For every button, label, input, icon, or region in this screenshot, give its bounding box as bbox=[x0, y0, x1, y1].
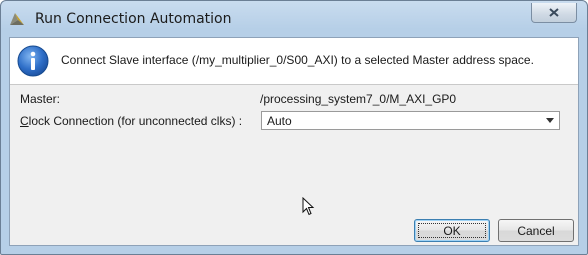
close-icon bbox=[549, 8, 559, 17]
dialog-window: Run Connection Automation Connect Slave … bbox=[0, 0, 588, 255]
window-title: Run Connection Automation bbox=[35, 11, 232, 27]
vivado-logo-icon bbox=[10, 13, 24, 25]
info-message: Connect Slave interface (/my_multiplier_… bbox=[61, 53, 534, 67]
focus-ring bbox=[418, 223, 486, 238]
clock-label-mnemonic: C bbox=[20, 114, 29, 128]
info-icon bbox=[17, 45, 49, 77]
chevron-down-icon[interactable] bbox=[546, 118, 554, 123]
close-button[interactable] bbox=[531, 3, 577, 23]
dialog-content: Connect Slave interface (/my_multiplier_… bbox=[9, 37, 579, 246]
title-bar[interactable]: Run Connection Automation bbox=[1, 1, 587, 37]
mouse-cursor-icon bbox=[302, 197, 315, 216]
clock-label-text: lock Connection (for unconnected clks) : bbox=[28, 114, 243, 128]
master-value: /processing_system7_0/M_AXI_GP0 bbox=[260, 92, 457, 106]
cancel-button[interactable]: Cancel bbox=[498, 219, 574, 242]
cancel-button-label: Cancel bbox=[517, 223, 555, 238]
info-panel: Connect Slave interface (/my_multiplier_… bbox=[10, 38, 578, 85]
master-label: Master: bbox=[20, 92, 61, 106]
clock-connection-select[interactable]: Auto bbox=[261, 111, 560, 130]
clock-connection-value: Auto bbox=[267, 114, 292, 128]
ok-button[interactable]: OK bbox=[414, 219, 490, 242]
clock-connection-label: Clock Connection (for unconnected clks) … bbox=[20, 114, 242, 128]
